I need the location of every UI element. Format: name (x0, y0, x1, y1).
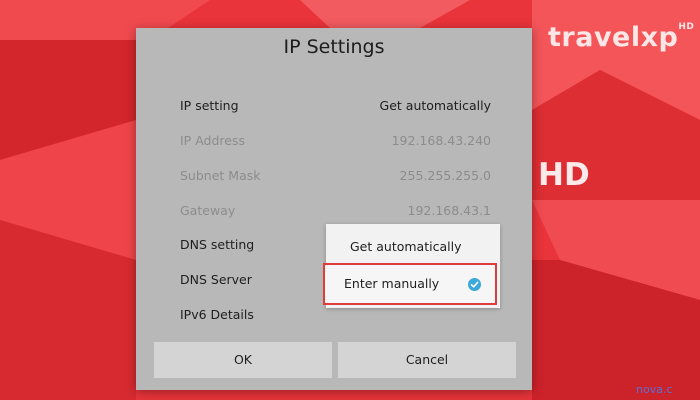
hd-badge: HD (538, 157, 590, 193)
bottom-watermark: nova.c (636, 383, 673, 396)
channel-logo-suffix: HD (678, 22, 695, 32)
dns-setting-dropdown[interactable]: Get automatically Enter manually (323, 224, 500, 308)
subnet-mask-value: 255.255.255.0 (399, 168, 491, 183)
ip-address-value: 192.168.43.240 (391, 133, 491, 148)
channel-logo: travelxpHD (548, 22, 694, 53)
dns-server-label[interactable]: DNS Server (180, 272, 252, 287)
ip-setting-label[interactable]: IP setting (180, 98, 239, 113)
cancel-button[interactable]: Cancel (338, 342, 516, 378)
option-label: Get automatically (350, 239, 462, 254)
subnet-mask-label: Subnet Mask (180, 168, 261, 183)
dropdown-option-get-automatically[interactable]: Get automatically (326, 227, 500, 263)
gateway-label: Gateway (180, 203, 236, 218)
check-circle-icon (468, 278, 481, 291)
gateway-value: 192.168.43.1 (407, 203, 492, 218)
ok-button[interactable]: OK (154, 342, 332, 378)
ip-setting-value[interactable]: Get automatically (380, 98, 491, 113)
ipv6-details-label[interactable]: IPv6 Details (180, 307, 254, 322)
channel-logo-text: travelxp (548, 22, 679, 53)
option-label: Enter manually (344, 276, 440, 291)
ip-settings-dialog: IP Settings IP setting Get automatically… (136, 28, 532, 390)
dns-setting-label[interactable]: DNS setting (180, 237, 254, 252)
dialog-title: IP Settings (283, 36, 385, 58)
dropdown-option-enter-manually[interactable]: Enter manually (323, 263, 497, 305)
ip-address-label: IP Address (180, 133, 245, 148)
